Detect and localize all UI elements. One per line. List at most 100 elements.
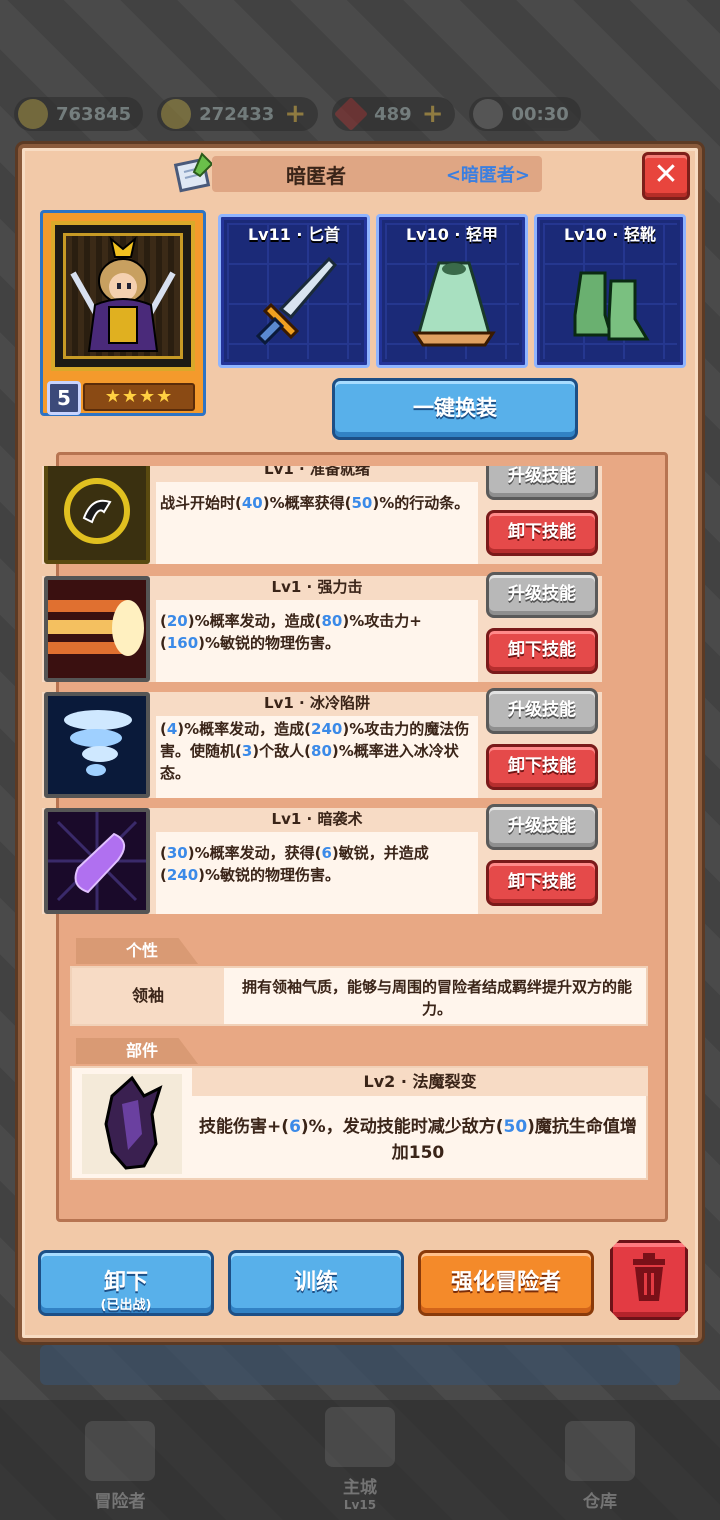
skill-title: Lv1 · 强力击	[156, 576, 478, 600]
resource-bar: 763845 272433 + 489 + 00:30	[0, 88, 720, 140]
upgrade-skill-button[interactable]: 升级技能	[486, 466, 598, 500]
unload-button[interactable]: 卸下 (已出战)	[38, 1250, 214, 1316]
unequip-skill-button[interactable]: 卸下技能	[486, 744, 598, 790]
ready-skill-icon	[44, 466, 150, 564]
enhance-adventurer-button[interactable]: 强化冒险者	[418, 1250, 594, 1316]
equipment-slot-weapon[interactable]: Lv11 · 匕首	[218, 214, 370, 368]
equipment-slot-boots[interactable]: Lv10 · 轻靴	[534, 214, 686, 368]
gold-coin-icon	[161, 99, 192, 129]
trash-icon	[633, 1253, 665, 1301]
nav-label: 仓库	[583, 1492, 617, 1512]
dagger-icon	[255, 256, 338, 346]
text-segment: )%敏锐的物理伤害。	[198, 866, 341, 884]
hero-detail-panel: 暗匿者 <暗匿者> ✕ 5 ★★★★ Lv11 · 匕首 Lv10 · 轻甲 L…	[18, 144, 702, 1342]
skill-row: Lv1 · 强力击 (20)%概率发动，造成(80)%攻击力+(160)%敏锐的…	[42, 572, 602, 682]
skill-description: (30)%概率发动，获得(6)敏锐，并造成(240)%敏锐的物理伤害。	[160, 842, 476, 886]
nav-label: 主城	[343, 1478, 377, 1498]
text-segment: (	[160, 720, 167, 738]
upgrade-skill-button[interactable]: 升级技能	[486, 804, 598, 850]
hero-sprite	[70, 236, 176, 352]
trait-description: 拥有领袖气质，能够与周围的冒险者结成羁绊提升双方的能力。	[241, 978, 632, 1018]
delete-button[interactable]	[610, 1240, 688, 1320]
stat-number: 40	[241, 494, 263, 512]
stat-number: 50	[503, 1117, 528, 1137]
dark-wing-part-icon	[82, 1074, 182, 1174]
timer-value: 00:30	[511, 103, 569, 125]
skills-list[interactable]: Lv1 · 准备就绪 战斗开始时(40)%概率获得(50)%的行动条。 升级技能…	[42, 466, 648, 928]
equipment-label: Lv10 · 轻甲	[405, 225, 499, 244]
one-click-equip-button[interactable]: 一键换装	[332, 378, 578, 440]
resource-value: 272433	[199, 103, 275, 125]
skill-description: (20)%概率发动，造成(80)%攻击力+(160)%敏锐的物理伤害。	[160, 610, 476, 654]
title-bar: 暗匿者 <暗匿者>	[212, 156, 542, 192]
stat-number: 6	[289, 1117, 301, 1137]
skill-text: Lv1 · 冰冷陷阱 (4)%概率发动，造成(240)%攻击力的魔法伤害。使随机…	[156, 692, 478, 798]
text-segment: 技能伤害+(	[199, 1117, 290, 1137]
text-segment: 战斗开始时(	[160, 494, 242, 512]
stat-number: 240	[166, 866, 199, 884]
part-title: Lv2 · 法魔裂变	[192, 1068, 648, 1096]
add-gem-button[interactable]: +	[422, 99, 444, 129]
equipment-label: Lv11 · 匕首	[247, 225, 341, 244]
shadow-strike-art	[48, 812, 146, 910]
unequip-skill-button[interactable]: 卸下技能	[486, 860, 598, 906]
resource-swirl: 763845	[14, 97, 144, 131]
swirl-icon	[18, 99, 48, 129]
text-segment: )%概率发动，造成(	[177, 720, 312, 738]
unload-sublabel: (已出战)	[100, 1298, 152, 1313]
unload-label: 卸下	[103, 1270, 148, 1295]
skill-text: Lv1 · 准备就绪 战斗开始时(40)%概率获得(50)%的行动条。	[156, 466, 478, 564]
frost-trap-icon	[44, 692, 150, 798]
nav-main-city[interactable]: 主城 Lv15	[280, 1407, 440, 1512]
stat-number: 3	[241, 742, 253, 760]
stat-number: 30	[166, 844, 188, 862]
skill-title: Lv1 · 冰冷陷阱	[156, 692, 478, 716]
nav-sublabel: Lv15	[343, 1498, 377, 1512]
skill-row: Lv1 · 准备就绪 战斗开始时(40)%概率获得(50)%的行动条。 升级技能…	[42, 466, 602, 564]
text-segment: )个敌人(	[252, 742, 312, 760]
timer: 00:30	[469, 97, 581, 131]
train-button[interactable]: 训练	[228, 1250, 404, 1316]
hero-portrait[interactable]: 5 ★★★★	[40, 210, 206, 416]
ready-skill-art	[48, 466, 146, 560]
add-gold-button[interactable]: +	[284, 99, 306, 129]
part-row: Lv2 · 法魔裂变 技能伤害+(6)%，发动技能时减少敌方(50)魔抗生命值增…	[70, 1066, 648, 1180]
trait-row: 领袖 拥有领袖气质，能够与周围的冒险者结成羁绊提升双方的能力。	[70, 966, 648, 1026]
close-button[interactable]: ✕	[642, 152, 690, 200]
equipment-label: Lv10 · 轻靴	[563, 225, 657, 244]
text-segment: )%，发动技能时减少敌方(	[300, 1117, 504, 1137]
unequip-skill-button[interactable]: 卸下技能	[486, 510, 598, 556]
resource-gold: 272433 +	[157, 97, 319, 131]
text-segment: (	[160, 612, 167, 630]
skill-description: (4)%概率发动，造成(240)%攻击力的魔法伤害。使随机(3)个敌人(80)%…	[160, 718, 476, 784]
portrait-frame	[51, 221, 195, 371]
nav-label: 冒险者	[94, 1492, 146, 1512]
hero-class-tag[interactable]: <暗匿者>	[446, 161, 530, 187]
background-button-strip	[40, 1345, 680, 1385]
nav-adventurers[interactable]: 冒险者	[40, 1421, 200, 1512]
resource-value: 489	[374, 103, 412, 125]
trait-name: 领袖	[72, 968, 224, 1024]
upgrade-skill-button[interactable]: 升级技能	[486, 572, 598, 618]
text-segment: )%概率发动，获得(	[187, 844, 322, 862]
stat-number: 4	[166, 720, 178, 738]
stat-number: 160	[166, 634, 199, 652]
shadow-strike-icon	[44, 808, 150, 914]
unequip-skill-button[interactable]: 卸下技能	[486, 628, 598, 674]
stat-number: 80	[321, 612, 343, 630]
castle-icon	[325, 1407, 395, 1467]
skill-description: 战斗开始时(40)%概率获得(50)%的行动条。	[160, 492, 476, 514]
skill-title: Lv1 · 暗袭术	[156, 808, 478, 832]
hero-level-badge: 5	[47, 381, 81, 415]
upgrade-skill-button[interactable]: 升级技能	[486, 688, 598, 734]
light-armor-icon	[412, 261, 496, 347]
equipment-slot-armor[interactable]: Lv10 · 轻甲	[376, 214, 528, 368]
stat-number: 240	[311, 720, 343, 738]
text-segment: )%概率获得(	[262, 494, 352, 512]
text-segment: )%的行动条。	[372, 494, 470, 512]
part-description: 技能伤害+(6)%，发动技能时减少敌方(50)魔抗生命值增加150	[198, 1114, 638, 1166]
skill-row: Lv1 · 暗袭术 (30)%概率发动，获得(6)敏锐，并造成(240)%敏锐的…	[42, 804, 602, 914]
part-sprite	[104, 1075, 163, 1170]
nav-warehouse[interactable]: 仓库	[520, 1421, 680, 1512]
frost-trap-art	[48, 696, 146, 794]
